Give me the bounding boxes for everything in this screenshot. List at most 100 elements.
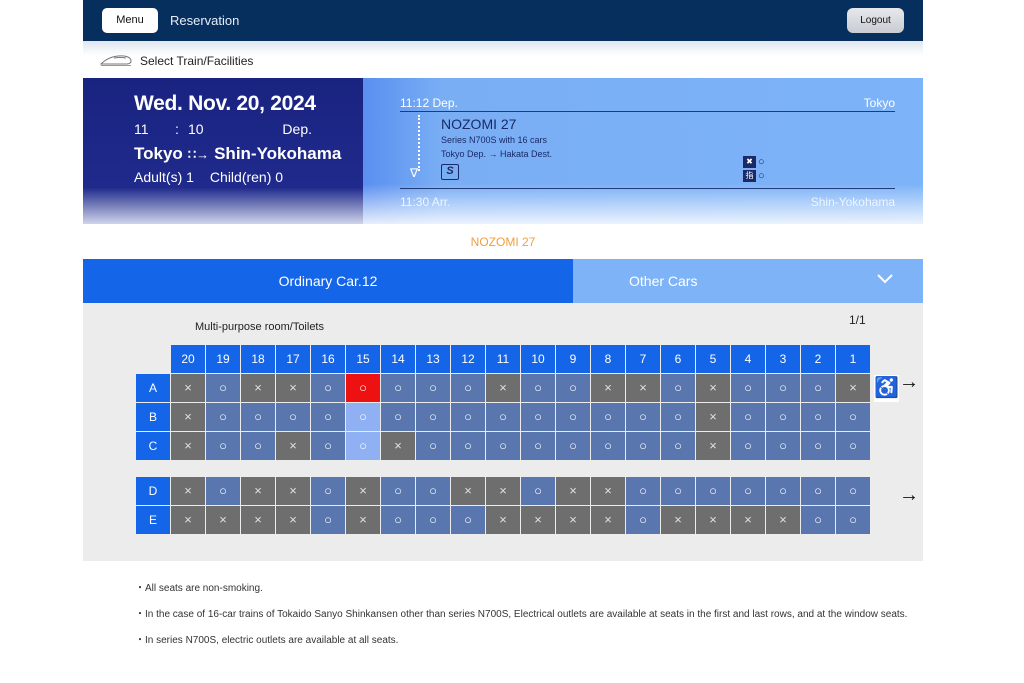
seat-18C[interactable]: ○	[241, 432, 275, 460]
seat-6D[interactable]: ○	[661, 477, 695, 505]
seat-13A[interactable]: ○	[416, 374, 450, 402]
seat-12C[interactable]: ○	[451, 432, 485, 460]
seat-15E: ×	[346, 506, 380, 534]
seat-10C[interactable]: ○	[521, 432, 555, 460]
seat-12E[interactable]: ○	[451, 506, 485, 534]
seat-19C[interactable]: ○	[206, 432, 240, 460]
seat-17D: ×	[276, 477, 310, 505]
seat-12A[interactable]: ○	[451, 374, 485, 402]
seat-19B[interactable]: ○	[206, 403, 240, 431]
seat-15B[interactable]: ○	[346, 403, 380, 431]
seat-13B[interactable]: ○	[416, 403, 450, 431]
seat-6A[interactable]: ○	[661, 374, 695, 402]
seat-13D[interactable]: ○	[416, 477, 450, 505]
row-label: C	[136, 432, 170, 460]
seat-6B[interactable]: ○	[661, 403, 695, 431]
seat-16D[interactable]: ○	[311, 477, 345, 505]
seat-2C[interactable]: ○	[801, 432, 835, 460]
seat-2D[interactable]: ○	[801, 477, 835, 505]
seat-16E[interactable]: ○	[311, 506, 345, 534]
seat-10B[interactable]: ○	[521, 403, 555, 431]
logout-button[interactable]: Logout	[847, 8, 904, 33]
seat-7E[interactable]: ○	[626, 506, 660, 534]
seat-12B[interactable]: ○	[451, 403, 485, 431]
child-count: Child(ren) 0	[209, 169, 284, 185]
seat-4A[interactable]: ○	[731, 374, 765, 402]
seat-14E[interactable]: ○	[381, 506, 415, 534]
seat-10D[interactable]: ○	[521, 477, 555, 505]
seat-14D[interactable]: ○	[381, 477, 415, 505]
seat-16B[interactable]: ○	[311, 403, 345, 431]
seat-11B[interactable]: ○	[486, 403, 520, 431]
seat-4E: ×	[731, 506, 765, 534]
arrow-right-icon[interactable]: →	[898, 372, 920, 392]
tab-other-cars[interactable]: Other Cars	[573, 259, 923, 303]
seat-2B[interactable]: ○	[801, 403, 835, 431]
reserved-seat-icon: 指	[743, 170, 756, 183]
menu-button[interactable]: Menu	[102, 8, 158, 33]
seat-4C[interactable]: ○	[731, 432, 765, 460]
seat-17C: ×	[276, 432, 310, 460]
seat-15D: ×	[346, 477, 380, 505]
reservation-app: Menu Reservation Logout Select Train/Fac…	[83, 0, 923, 683]
seat-8B[interactable]: ○	[591, 403, 625, 431]
seat-13C[interactable]: ○	[416, 432, 450, 460]
seat-9B[interactable]: ○	[556, 403, 590, 431]
seat-5D[interactable]: ○	[696, 477, 730, 505]
tab-ordinary-car[interactable]: Ordinary Car.12	[83, 259, 573, 303]
seat-3B[interactable]: ○	[766, 403, 800, 431]
seat-10E: ×	[521, 506, 555, 534]
seat-9C[interactable]: ○	[556, 432, 590, 460]
seat-19A[interactable]: ○	[206, 374, 240, 402]
seat-7B[interactable]: ○	[626, 403, 660, 431]
seat-18A: ×	[241, 374, 275, 402]
breadcrumb: Select Train/Facilities	[83, 41, 923, 78]
seat-8C[interactable]: ○	[591, 432, 625, 460]
seat-5C: ×	[696, 432, 730, 460]
seat-15A[interactable]: ○	[346, 374, 380, 402]
seat-9A[interactable]: ○	[556, 374, 590, 402]
seat-5E: ×	[696, 506, 730, 534]
seat-2E[interactable]: ○	[801, 506, 835, 534]
column-number: 10	[521, 345, 555, 373]
seat-4D[interactable]: ○	[731, 477, 765, 505]
seat-7D[interactable]: ○	[626, 477, 660, 505]
seat-1E[interactable]: ○	[836, 506, 870, 534]
seat-12D: ×	[451, 477, 485, 505]
seat-3A[interactable]: ○	[766, 374, 800, 402]
column-number: 5	[696, 345, 730, 373]
seat-19D[interactable]: ○	[206, 477, 240, 505]
seat-16A[interactable]: ○	[311, 374, 345, 402]
column-number: 2	[801, 345, 835, 373]
train-route: Tokyo Dep. → Hakata Dest.	[441, 149, 553, 159]
seat-2A[interactable]: ○	[801, 374, 835, 402]
seat-8E: ×	[591, 506, 625, 534]
trip-summary-left: Wed. Nov. 20, 2024 11 : 10 Dep. Tokyo ∷→ S…	[83, 78, 363, 224]
seat-15C[interactable]: ○	[346, 432, 380, 460]
seat-3C[interactable]: ○	[766, 432, 800, 460]
seat-4B[interactable]: ○	[731, 403, 765, 431]
seat-17B[interactable]: ○	[276, 403, 310, 431]
seat-1D[interactable]: ○	[836, 477, 870, 505]
facility-value: ○	[758, 170, 765, 183]
seat-13E[interactable]: ○	[416, 506, 450, 534]
train-name: NOZOMI 27	[441, 116, 517, 132]
seat-14B[interactable]: ○	[381, 403, 415, 431]
arrow-right-icon[interactable]: →	[898, 485, 920, 505]
seat-1B[interactable]: ○	[836, 403, 870, 431]
seat-7C[interactable]: ○	[626, 432, 660, 460]
column-number: 9	[556, 345, 590, 373]
seat-map: Multi-purpose room/Toilets 1/1 ♿ → → 20 1…	[83, 303, 923, 561]
seat-18B[interactable]: ○	[241, 403, 275, 431]
seat-16C[interactable]: ○	[311, 432, 345, 460]
seat-6C[interactable]: ○	[661, 432, 695, 460]
seat-11C[interactable]: ○	[486, 432, 520, 460]
seat-17E: ×	[276, 506, 310, 534]
seat-10A[interactable]: ○	[521, 374, 555, 402]
seat-3D[interactable]: ○	[766, 477, 800, 505]
seat-11A: ×	[486, 374, 520, 402]
seat-9E: ×	[556, 506, 590, 534]
seat-14A[interactable]: ○	[381, 374, 415, 402]
seat-1C[interactable]: ○	[836, 432, 870, 460]
seat-17A: ×	[276, 374, 310, 402]
